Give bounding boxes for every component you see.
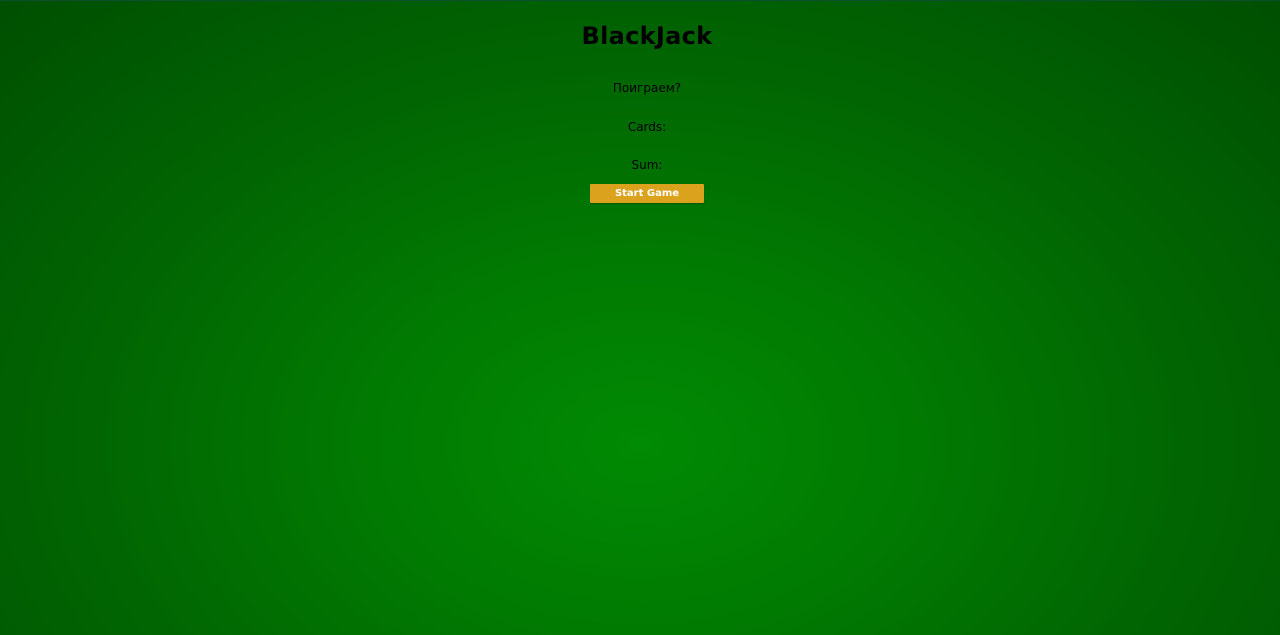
cards-label: Cards: [627,120,667,134]
game-title: BlackJack [581,22,713,50]
sum-label: Sum: [631,158,663,172]
game-message: Поиграем? [612,81,682,95]
start-game-button[interactable]: Start Game [590,184,704,203]
